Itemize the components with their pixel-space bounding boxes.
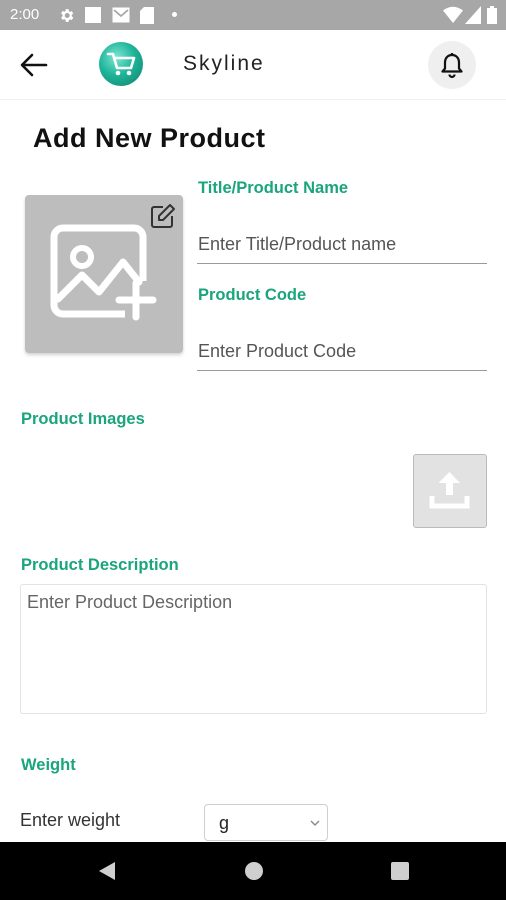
home-circle-icon[interactable]	[242, 859, 266, 883]
battery-icon	[487, 6, 497, 24]
product-images-label: Product Images	[21, 410, 145, 428]
notification-button[interactable]	[428, 41, 476, 89]
status-time: 2:00	[10, 6, 40, 23]
sd-card-icon	[140, 7, 154, 24]
upload-icon	[429, 472, 470, 509]
signal-icon	[465, 6, 481, 24]
edit-icon[interactable]	[149, 202, 177, 230]
product-code-input[interactable]	[197, 333, 487, 371]
wifi-icon	[443, 6, 463, 23]
title-field-label: Title/Product Name	[198, 179, 349, 197]
product-description-label: Product Description	[21, 556, 179, 574]
product-description-input[interactable]	[20, 584, 487, 714]
status-bar: 2:00	[0, 0, 506, 30]
upload-images-button[interactable]	[413, 454, 487, 528]
weight-unit-value: g	[219, 813, 230, 833]
weight-input[interactable]	[20, 806, 180, 834]
product-image-picker[interactable]	[25, 195, 183, 353]
page-title: Add New Product	[33, 123, 266, 153]
product-code-label: Product Code	[198, 286, 307, 304]
title-input[interactable]	[197, 226, 487, 264]
app-logo	[99, 42, 143, 86]
shopping-cart-icon	[106, 52, 136, 76]
chevron-down-icon	[310, 820, 320, 826]
square-icon	[85, 7, 101, 23]
recents-square-icon[interactable]	[388, 859, 412, 883]
app-bar: Skyline	[0, 30, 506, 100]
weight-unit-select[interactable]: g	[204, 804, 328, 841]
back-arrow-icon[interactable]	[18, 50, 50, 80]
dot-icon	[172, 12, 177, 17]
mail-icon	[112, 7, 130, 23]
back-triangle-icon[interactable]	[95, 859, 119, 883]
app-title: Skyline	[183, 52, 265, 75]
system-nav-bar	[0, 842, 506, 900]
bell-icon	[441, 53, 463, 79]
gear-icon	[61, 9, 74, 22]
weight-label: Weight	[21, 756, 76, 774]
